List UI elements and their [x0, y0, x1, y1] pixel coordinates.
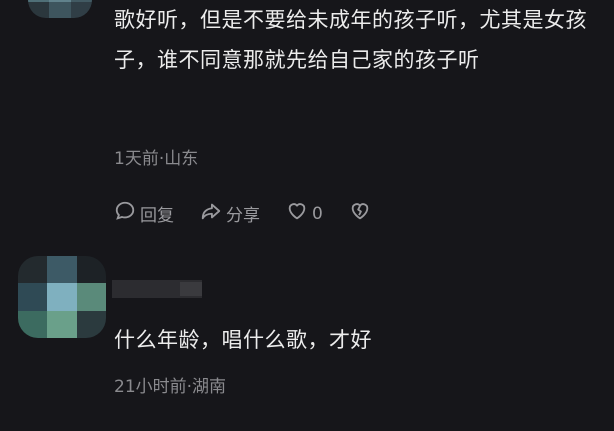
share-label: 分享: [226, 206, 260, 226]
reply-label: 回复: [140, 206, 174, 226]
comment-meta: 21小时前·湖南: [114, 377, 227, 397]
comment-actions: 回复 分享 0: [114, 200, 371, 227]
comment-item: 什么年龄，唱什么歌，才好 21小时前·湖南: [0, 250, 614, 431]
comment-meta: 1天前·山东: [114, 149, 199, 169]
share-arrow-icon: [200, 200, 222, 227]
reply-button[interactable]: 回复: [114, 200, 174, 227]
share-button[interactable]: 分享: [200, 200, 260, 227]
avatar[interactable]: [18, 256, 106, 338]
dislike-button[interactable]: [349, 200, 371, 227]
redacted-username[interactable]: [112, 280, 202, 298]
comment-text: 歌好听，但是不要给未成年的孩子听，尤其是女孩子，谁不同意那就先给自己家的孩子听: [114, 8, 587, 72]
like-count: 0: [312, 203, 323, 224]
broken-heart-icon: [349, 200, 371, 227]
comment-item: 歌好听，但是不要给未成年的孩子听，尤其是女孩子，谁不同意那就先给自己家的孩子听 …: [0, 0, 614, 250]
chat-bubble-icon: [114, 200, 136, 227]
like-button[interactable]: 0: [286, 200, 323, 227]
comment-text: 什么年龄，唱什么歌，才好: [114, 328, 372, 352]
heart-icon: [286, 200, 308, 227]
avatar[interactable]: [28, 0, 92, 18]
